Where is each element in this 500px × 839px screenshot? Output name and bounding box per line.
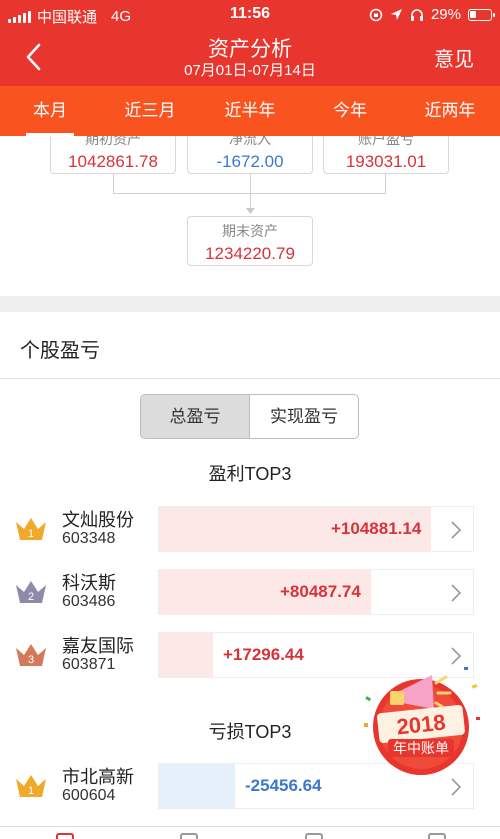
start-assets-value: 1042861.78 [68, 152, 158, 171]
midyear-bill-badge[interactable]: 2018 年中账单 [360, 657, 482, 779]
start-assets-card: 期初资产 1042861.78 [50, 136, 176, 174]
pnl-amount: +104881.14 [331, 519, 422, 538]
profit-top3-title: 盈利TOP3 [208, 464, 292, 484]
tab-this-year[interactable]: 今年 [300, 86, 400, 136]
location-icon [390, 9, 402, 20]
flow-connector-mid [250, 174, 251, 212]
crown-silver-icon: 2 [16, 581, 46, 603]
badge-label: 年中账单 [393, 740, 449, 756]
bottom-tab-bar [0, 826, 500, 839]
start-assets-label: 期初资产 [85, 136, 141, 147]
profit-loss-value: 193031.01 [345, 152, 427, 171]
battery-icon [468, 8, 495, 21]
stock-name: 嘉友国际 [62, 636, 134, 656]
stock-code: 603486 [62, 593, 116, 610]
battery-percent: 29% [430, 6, 461, 23]
crown-gold-icon: 1 [16, 775, 46, 797]
flow-arrow-icon [246, 208, 255, 214]
stock-name: 市北高新 [62, 767, 134, 787]
profit-loss-label: 账户盈亏 [358, 136, 414, 147]
chevron-right-icon[interactable] [449, 520, 463, 540]
net-inflow-value: -1672.00 [216, 152, 284, 171]
stock-name: 文灿股份 [62, 510, 134, 530]
stock-code: 603871 [62, 656, 116, 673]
tab-two-years[interactable]: 近两年 [400, 86, 500, 136]
headphones-icon [410, 8, 423, 21]
rank-number: 2 [28, 591, 34, 603]
end-assets-label: 期末资产 [222, 223, 278, 239]
net-inflow-label: 净流入 [229, 136, 271, 147]
tab-icon-4[interactable] [428, 833, 446, 839]
flow-connector-right [250, 174, 386, 194]
segment-total-pnl[interactable]: 总盈亏 [141, 395, 250, 438]
chevron-right-icon[interactable] [449, 583, 463, 603]
crown-bronze-icon: 3 [16, 644, 46, 666]
pnl-amount: +80487.74 [280, 582, 361, 601]
profit-row-2[interactable]: 2 科沃斯 603486 +80487.74 [0, 569, 500, 619]
tab-icon-2[interactable] [180, 833, 198, 839]
rank-number: 1 [28, 785, 34, 797]
flow-connector-left [113, 174, 250, 194]
net-inflow-card: 净流入 -1672.00 [187, 136, 313, 174]
section-title: 个股盈亏 [20, 340, 100, 362]
tab-this-month[interactable]: 本月 [0, 86, 100, 136]
segment-realized-pnl[interactable]: 实现盈亏 [250, 395, 358, 438]
asset-flow: 期初资产 1042861.78 净流入 -1672.00 账户盈亏 193031… [0, 136, 500, 296]
pnl-bar-fill [159, 633, 213, 677]
tab-half-year[interactable]: 近半年 [200, 86, 300, 136]
date-range: 07月01日-07月14日 [184, 62, 316, 79]
feedback-button[interactable]: 意见 [434, 43, 474, 72]
tab-icon-1[interactable] [56, 833, 74, 839]
tab-icon-3[interactable] [305, 833, 323, 839]
divider [0, 378, 500, 379]
stock-name: 科沃斯 [62, 573, 116, 593]
end-assets-value: 1234220.79 [205, 244, 295, 263]
section-divider [0, 296, 500, 312]
tab-three-months[interactable]: 近三月 [100, 86, 200, 136]
pnl-bar: +104881.14 [158, 506, 474, 552]
badge-year: 2018 [395, 710, 446, 740]
nav-bar: 资产分析 07月01日-07月14日 意见 [0, 30, 500, 86]
status-bar: 中国联通 4G 11:56 29% [0, 0, 500, 30]
rotation-lock-icon [369, 8, 383, 21]
status-right: 29% [369, 6, 495, 23]
pnl-segmented-control: 总盈亏 实现盈亏 [140, 394, 359, 439]
stock-code: 603348 [62, 530, 116, 547]
profit-loss-card: 账户盈亏 193031.01 [323, 136, 449, 174]
pnl-amount: +17296.44 [223, 645, 304, 664]
crown-gold-icon: 1 [16, 518, 46, 540]
pnl-bar-fill [159, 764, 235, 808]
profit-row-1[interactable]: 1 文灿股份 603348 +104881.14 [0, 506, 500, 556]
end-assets-card: 期末资产 1234220.79 [187, 216, 313, 266]
pnl-amount: -25456.64 [245, 776, 322, 795]
rank-number: 3 [28, 654, 34, 666]
pnl-bar: +80487.74 [158, 569, 474, 615]
stock-code: 600604 [62, 787, 116, 804]
chevron-right-icon[interactable] [449, 777, 463, 797]
period-tabs: 本月 近三月 近半年 今年 近两年 [0, 86, 500, 136]
rank-number: 1 [28, 528, 34, 540]
